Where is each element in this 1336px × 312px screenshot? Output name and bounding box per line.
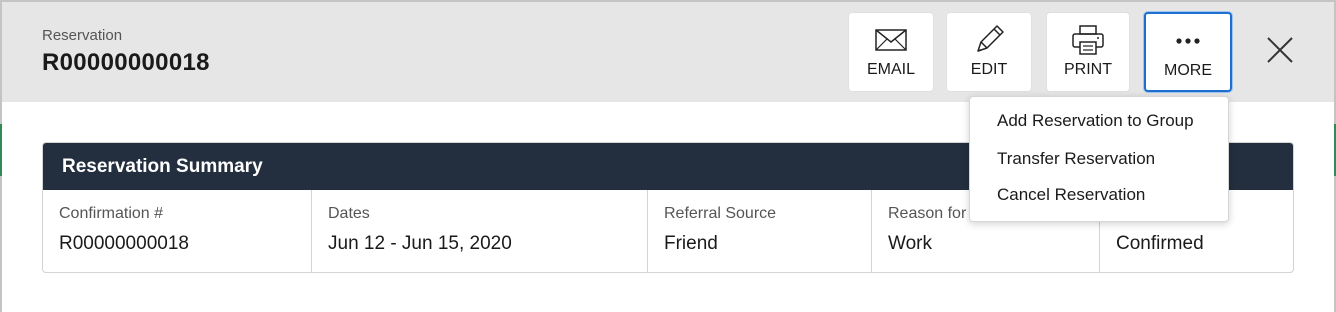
print-button[interactable]: PRINT [1046,12,1130,92]
more-button-label: MORE [1164,62,1212,79]
more-menu: Add Reservation to Group Transfer Reserv… [969,96,1229,222]
field-dates: Dates Jun 12 - Jun 15, 2020 [312,190,648,272]
pencil-icon [947,25,1031,55]
reservation-eyebrow: Reservation [42,27,123,44]
background-accent-left [0,124,2,176]
field-value: R00000000018 [59,233,189,254]
printer-icon [1047,25,1129,55]
field-label: Dates [328,205,370,222]
modal-header: Reservation R00000000018 EMAIL EDIT PRIN… [2,2,1334,102]
envelope-icon [849,25,933,55]
print-button-label: PRINT [1064,61,1112,78]
menu-item-cancel[interactable]: Cancel Reservation [997,185,1145,205]
field-label: Reason for [888,205,967,222]
menu-item-add-to-group[interactable]: Add Reservation to Group [997,111,1194,131]
field-label: Referral Source [664,205,777,222]
field-value: Friend [664,233,718,254]
email-button[interactable]: EMAIL [848,12,934,92]
ellipsis-icon [1146,26,1230,56]
more-button[interactable]: MORE [1144,12,1232,92]
field-label: Confirmation # [59,205,164,222]
field-value: Confirmed [1116,233,1204,254]
menu-item-transfer[interactable]: Transfer Reservation [997,149,1155,169]
field-confirmation: Confirmation # R00000000018 [43,190,312,272]
field-referral-source: Referral Source Friend [648,190,872,272]
edit-button[interactable]: EDIT [946,12,1032,92]
field-value: Jun 12 - Jun 15, 2020 [328,233,512,254]
field-value: Work [888,233,932,254]
edit-button-label: EDIT [970,61,1008,78]
email-button-label: EMAIL [866,61,915,78]
close-icon[interactable] [1264,34,1296,66]
reservation-id: R00000000018 [42,49,210,76]
